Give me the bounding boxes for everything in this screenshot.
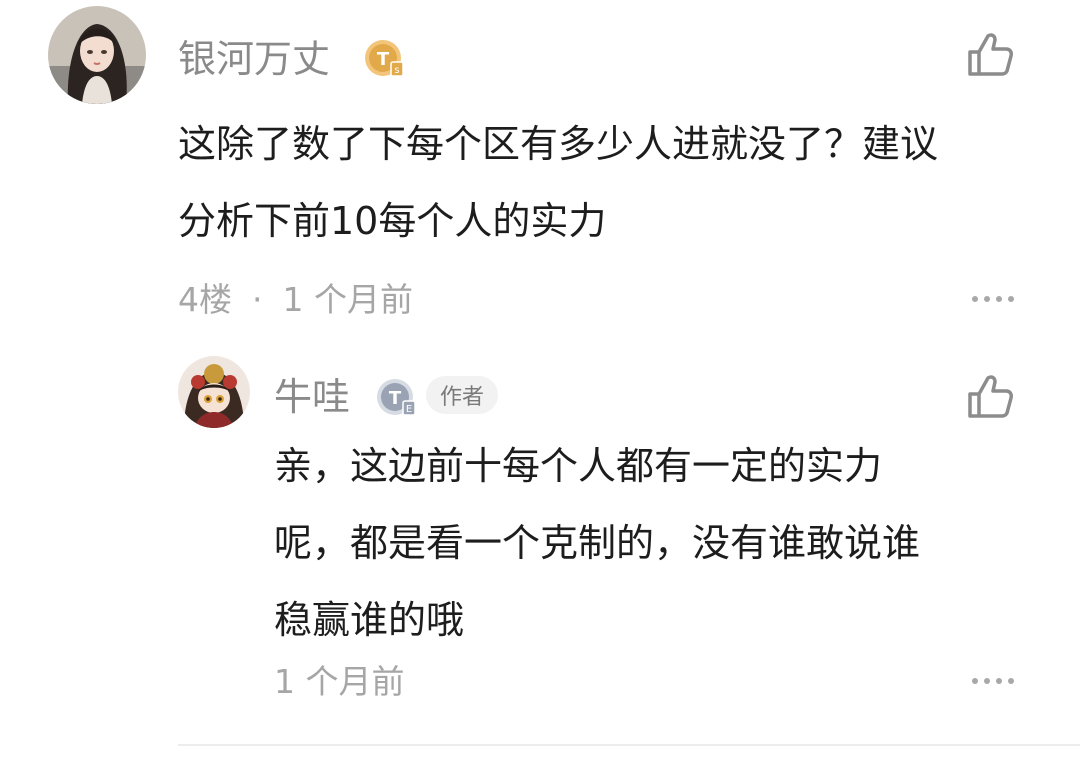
floor-number: 4楼 (178, 280, 232, 319)
reply-text: 亲，这边前十每个人都有一定的实力 呢，都是看一个克制的，没有谁敢说谁 稳赢谁的哦 (274, 428, 1034, 659)
reply-time: 1 个月前 (274, 662, 405, 701)
reply-username[interactable]: 牛哇 (274, 378, 350, 416)
divider (178, 744, 1080, 746)
commenter-avatar[interactable] (48, 6, 146, 104)
reply-line: 呢，都是看一个克制的，没有谁敢说谁 (274, 521, 921, 565)
reply-line: 稳赢谁的哦 (274, 598, 465, 642)
author-tag: 作者 (426, 376, 499, 414)
commenter-username[interactable]: 银河万丈 (178, 40, 330, 78)
reply-line: 亲，这边前十每个人都有一定的实力 (274, 444, 883, 488)
thumbs-up-icon (968, 33, 1013, 76)
comment-line: 这除了数了下每个区有多少人进就没了？建议 (178, 122, 939, 166)
meta-separator: · (252, 280, 263, 319)
reply-avatar[interactable] (178, 356, 250, 428)
svg-text:s: s (394, 65, 399, 76)
like-button[interactable] (966, 374, 1014, 420)
level-badge-icon: T s (364, 38, 404, 78)
svg-text:T: T (377, 49, 390, 70)
svg-text:T: T (389, 388, 402, 409)
svg-text:E: E (406, 404, 412, 415)
comment-text: 这除了数了下每个区有多少人进就没了？建议 分析下前10每个人的实力 (178, 106, 1038, 260)
thumbs-up-icon (968, 375, 1013, 418)
comment-line: 分析下前10每个人的实力 (178, 199, 607, 243)
more-dots-icon[interactable] (972, 678, 1014, 684)
level-badge-icon: T E (376, 377, 416, 417)
more-dots-icon[interactable] (972, 296, 1014, 302)
comment-meta: 4楼 · 1 个月前 (178, 283, 413, 316)
like-button[interactable] (966, 32, 1014, 78)
comment-time: 1 个月前 (282, 280, 414, 319)
